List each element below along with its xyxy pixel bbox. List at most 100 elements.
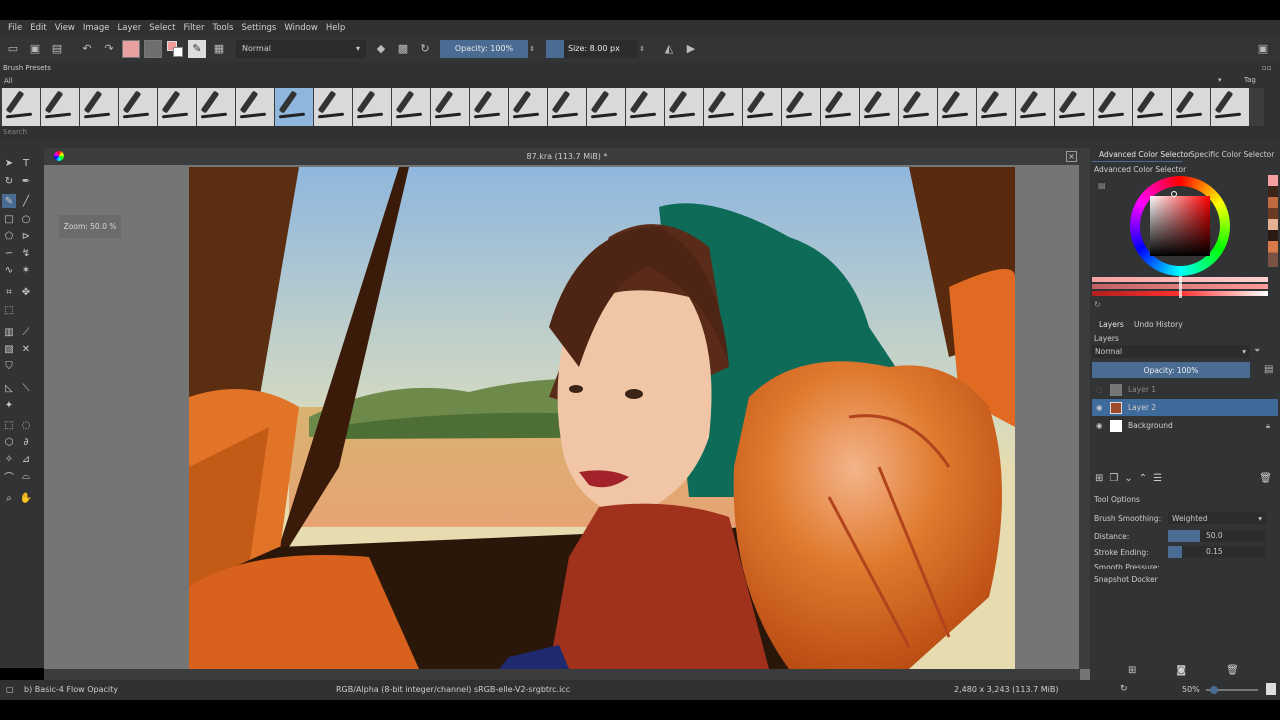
move-layer-down-icon[interactable]: ⌄ (1124, 473, 1132, 484)
layer-row-layer1[interactable]: ◌ Layer 1 (1092, 381, 1278, 398)
brush-preset[interactable] (782, 88, 820, 126)
similar-select-icon[interactable]: ⊿ (19, 452, 33, 466)
tab-layers[interactable]: Layers (1099, 320, 1124, 329)
brush-preset[interactable] (158, 88, 196, 126)
ellipse-select-icon[interactable]: ◌ (19, 418, 33, 432)
add-snapshot-icon[interactable]: ⊞ (1128, 665, 1136, 676)
menu-tools[interactable]: Tools (209, 23, 238, 33)
brush-preset[interactable] (743, 88, 781, 126)
brush-presets-grid-icon[interactable]: ▦ (210, 40, 228, 58)
saturation-value-square[interactable] (1150, 196, 1210, 256)
brush-preset[interactable] (509, 88, 547, 126)
mirror-horizontal-icon[interactable]: ◭ (660, 40, 678, 58)
brush-preset[interactable] (548, 88, 586, 126)
menu-select[interactable]: Select (145, 23, 179, 33)
brush-preset-selected[interactable] (275, 88, 313, 126)
refresh-icon[interactable]: ↻ (1094, 300, 1101, 309)
eraser-mode-icon[interactable]: ◆ (372, 40, 390, 58)
brush-preset[interactable] (1055, 88, 1093, 126)
colorize-mask-icon[interactable]: ▧ (2, 342, 16, 356)
color-picker-icon[interactable]: ⟋ (19, 325, 33, 339)
switch-snapshot-icon[interactable]: ◙ (1176, 665, 1186, 676)
menu-filter[interactable]: Filter (179, 23, 208, 33)
smart-patch-icon[interactable]: ✕ (19, 342, 33, 356)
brush-preset[interactable] (119, 88, 157, 126)
calligraphy-icon[interactable]: ✒ (19, 174, 33, 188)
zoom-slider[interactable] (1206, 686, 1258, 694)
brush-preset[interactable] (977, 88, 1015, 126)
reload-preset-icon[interactable]: ↻ (416, 40, 434, 58)
painting-canvas[interactable] (189, 167, 1015, 669)
layer-menu-icon[interactable]: ☰ (1153, 473, 1162, 484)
freehand-brush-icon[interactable]: ✎ (2, 194, 16, 208)
measure-tool-icon[interactable]: ⟍ (19, 381, 33, 395)
lock-icon[interactable]: 🔒︎ (1266, 421, 1270, 431)
brush-preset[interactable] (626, 88, 664, 126)
brush-preset[interactable] (392, 88, 430, 126)
delete-layer-icon[interactable]: 🗑︎ (1259, 473, 1272, 484)
contiguous-select-icon[interactable]: ✧ (2, 452, 16, 466)
gradient-swatch[interactable] (122, 39, 140, 58)
layer-filter-icon[interactable]: ⏷ (1254, 346, 1260, 356)
gradient-tool-icon[interactable]: ▥ (2, 325, 16, 339)
size-slider[interactable]: Size: 8.00 px (546, 39, 638, 58)
fill-tool-icon[interactable]: ⛉ (2, 359, 16, 373)
color-history-strip[interactable] (1268, 175, 1278, 267)
menu-window[interactable]: Window (280, 23, 322, 33)
polygon-select-icon[interactable]: ⬡ (2, 435, 16, 449)
size-spin-icon[interactable]: ⇕ (638, 40, 646, 58)
document-tab[interactable]: 87.kra (113.7 MiB) * × (44, 148, 1090, 165)
brush-strip-scrollbar[interactable] (1264, 88, 1280, 126)
brush-preset[interactable] (314, 88, 352, 126)
move-tool-icon[interactable]: ✥ (19, 285, 33, 299)
color-settings-icon[interactable]: ▤ (1098, 181, 1106, 190)
line-tool-icon[interactable]: ╱ (19, 194, 33, 208)
opacity-slider[interactable]: Opacity: 100% (440, 39, 528, 58)
menu-settings[interactable]: Settings (237, 23, 280, 33)
filter-chevron-icon[interactable]: ▾ (1218, 76, 1222, 84)
layer-properties-icon[interactable]: ▤ (1264, 364, 1273, 375)
assistant-tool-icon[interactable]: ◺ (2, 381, 16, 395)
magnetic-select-icon[interactable]: ⌓ (19, 469, 33, 483)
brush-presets-tag[interactable]: Tag (1244, 76, 1256, 84)
open-document-icon[interactable]: ▣ (26, 40, 44, 58)
ellipse-tool-icon[interactable]: ○ (19, 212, 33, 226)
brush-preset[interactable] (353, 88, 391, 126)
brush-preset[interactable] (860, 88, 898, 126)
transform-tool-icon[interactable]: ⬚ (2, 303, 16, 317)
bezier-select-icon[interactable]: ⌒ (2, 469, 16, 484)
zoom-slider-handle[interactable] (1210, 686, 1218, 694)
pan-tool-icon[interactable]: ✋ (19, 491, 33, 505)
brush-preset[interactable] (1016, 88, 1054, 126)
brush-preset[interactable] (197, 88, 235, 126)
redo-icon[interactable]: ↷ (100, 40, 118, 58)
brush-preset[interactable] (1172, 88, 1210, 126)
layer-row-background[interactable]: ◉ Background 🔒︎ (1092, 417, 1278, 434)
visibility-eye-icon[interactable]: ◌ (1096, 385, 1110, 394)
brush-preset[interactable] (587, 88, 625, 126)
distance-slider[interactable]: 50.0 (1168, 530, 1266, 542)
status-zoom[interactable]: 50% (1182, 685, 1200, 694)
rectangle-tool-icon[interactable]: □ (2, 212, 16, 226)
menu-help[interactable]: Help (322, 23, 349, 33)
brush-preset[interactable] (1133, 88, 1171, 126)
canvas-vertical-scrollbar[interactable] (1079, 165, 1090, 669)
bezier-tool-icon[interactable]: ∽ (2, 246, 16, 260)
blend-mode-select[interactable]: Normal ▾ (236, 39, 366, 58)
rect-select-icon[interactable]: ⬚ (2, 418, 16, 432)
slider-marker[interactable] (1179, 276, 1182, 298)
hue-marker[interactable] (1171, 191, 1177, 197)
menu-image[interactable]: Image (79, 23, 114, 33)
zoom-tool-icon[interactable]: ⌕ (2, 491, 16, 505)
brush-search-input[interactable]: Search (3, 128, 27, 136)
move-layer-up-icon[interactable]: ⌃ (1139, 473, 1147, 484)
preserve-alpha-icon[interactable]: ▩ (394, 40, 412, 58)
tab-specific-color-selector[interactable]: Specific Color Selector (1190, 150, 1274, 159)
canvas-horizontal-scrollbar[interactable] (44, 669, 1080, 680)
brush-preset[interactable] (80, 88, 118, 126)
save-icon[interactable]: ▤ (48, 40, 66, 58)
brush-preset[interactable] (821, 88, 859, 126)
brush-preset[interactable] (236, 88, 274, 126)
brush-preset[interactable] (899, 88, 937, 126)
fg-bg-color-icon[interactable] (166, 40, 184, 58)
